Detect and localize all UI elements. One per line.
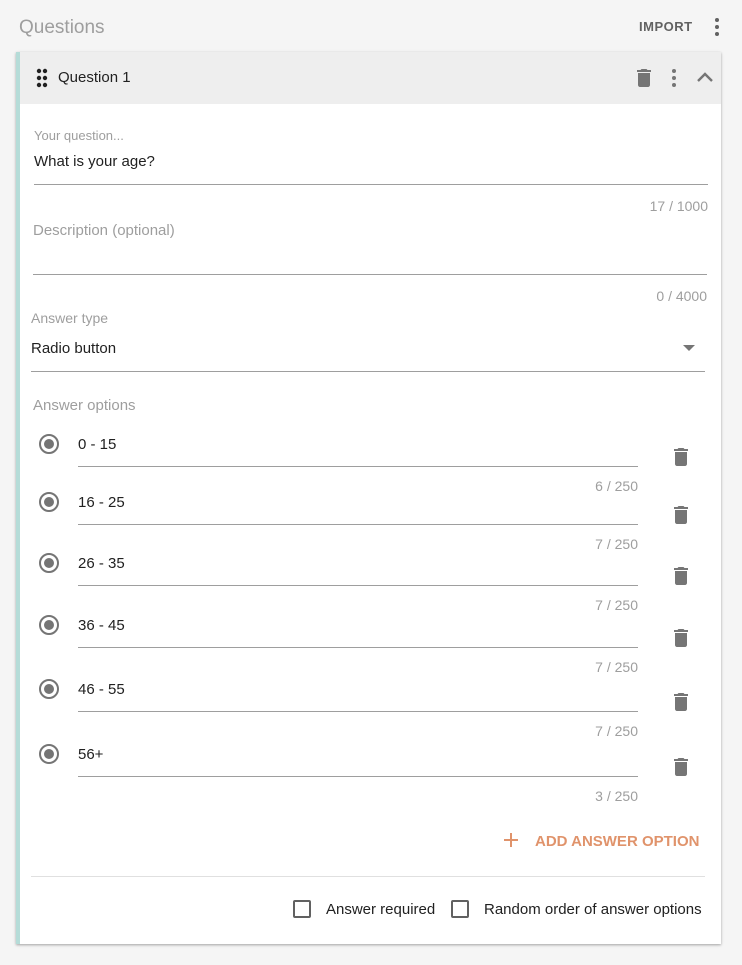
trash-icon[interactable] [669, 445, 693, 469]
random-order-checkbox[interactable] [451, 900, 469, 918]
plus-icon [504, 833, 518, 847]
answer-option-counter: 6 / 250 [595, 478, 638, 494]
answer-options-label: Answer options [33, 397, 136, 414]
radio-checked-icon[interactable] [38, 491, 60, 513]
top-bar: Questions IMPORT [0, 0, 742, 52]
answer-option-underline [78, 776, 638, 777]
trash-icon[interactable] [669, 755, 693, 779]
answer-type-label: Answer type [31, 310, 109, 326]
dropdown-arrow-icon[interactable] [682, 344, 696, 352]
answer-option-counter: 3 / 250 [595, 788, 638, 804]
answer-option-underline [78, 711, 638, 712]
more-vert-icon[interactable] [705, 15, 729, 39]
question-header: Question 1 [20, 52, 721, 104]
answer-type-underline [31, 371, 705, 372]
trash-icon[interactable] [669, 564, 693, 588]
drag-handle-icon[interactable] [36, 68, 48, 88]
question-title: Question 1 [58, 69, 131, 86]
answer-option-counter: 7 / 250 [595, 597, 638, 613]
answer-option-counter: 7 / 250 [595, 536, 638, 552]
question-field-counter: 17 / 1000 [649, 198, 708, 214]
answer-option-input[interactable]: 36 - 45 [78, 617, 125, 634]
answer-required-label[interactable]: Answer required [326, 901, 435, 918]
chevron-up-icon[interactable] [693, 66, 717, 90]
description-field-placeholder[interactable]: Description (optional) [33, 222, 175, 239]
answer-option-underline [78, 466, 638, 467]
answer-required-checkbox[interactable] [293, 900, 311, 918]
answer-option-counter: 7 / 250 [595, 659, 638, 675]
radio-checked-icon[interactable] [38, 743, 60, 765]
question-field-value[interactable]: What is your age? [34, 153, 155, 170]
question-card: Question 1 Your question... What is your… [16, 52, 721, 944]
answer-option-input[interactable]: 16 - 25 [78, 494, 125, 511]
card-accent-bar [16, 52, 20, 944]
description-field-counter: 0 / 4000 [656, 288, 707, 304]
trash-icon[interactable] [669, 690, 693, 714]
more-vert-icon[interactable] [662, 66, 686, 90]
answer-option-counter: 7 / 250 [595, 723, 638, 739]
answer-option-underline [78, 647, 638, 648]
trash-icon[interactable] [669, 626, 693, 650]
answer-option-underline [78, 585, 638, 586]
description-field-underline [33, 274, 707, 275]
page-title: Questions [19, 17, 105, 38]
import-button[interactable]: IMPORT [639, 19, 693, 34]
answer-option-input[interactable]: 56+ [78, 746, 103, 763]
random-order-label[interactable]: Random order of answer options [484, 901, 702, 918]
radio-checked-icon[interactable] [38, 552, 60, 574]
footer-divider [31, 876, 705, 877]
trash-icon[interactable] [632, 66, 656, 90]
add-answer-option-label: ADD ANSWER OPTION [535, 833, 700, 850]
radio-checked-icon[interactable] [38, 614, 60, 636]
answer-option-underline [78, 524, 638, 525]
question-field-underline [34, 184, 708, 185]
answer-option-input[interactable]: 46 - 55 [78, 681, 125, 698]
answer-option-input[interactable]: 0 - 15 [78, 436, 116, 453]
radio-checked-icon[interactable] [38, 433, 60, 455]
trash-icon[interactable] [669, 503, 693, 527]
answer-type-value[interactable]: Radio button [31, 340, 116, 357]
radio-checked-icon[interactable] [38, 678, 60, 700]
question-field-label: Your question... [34, 128, 124, 143]
answer-option-input[interactable]: 26 - 35 [78, 555, 125, 572]
